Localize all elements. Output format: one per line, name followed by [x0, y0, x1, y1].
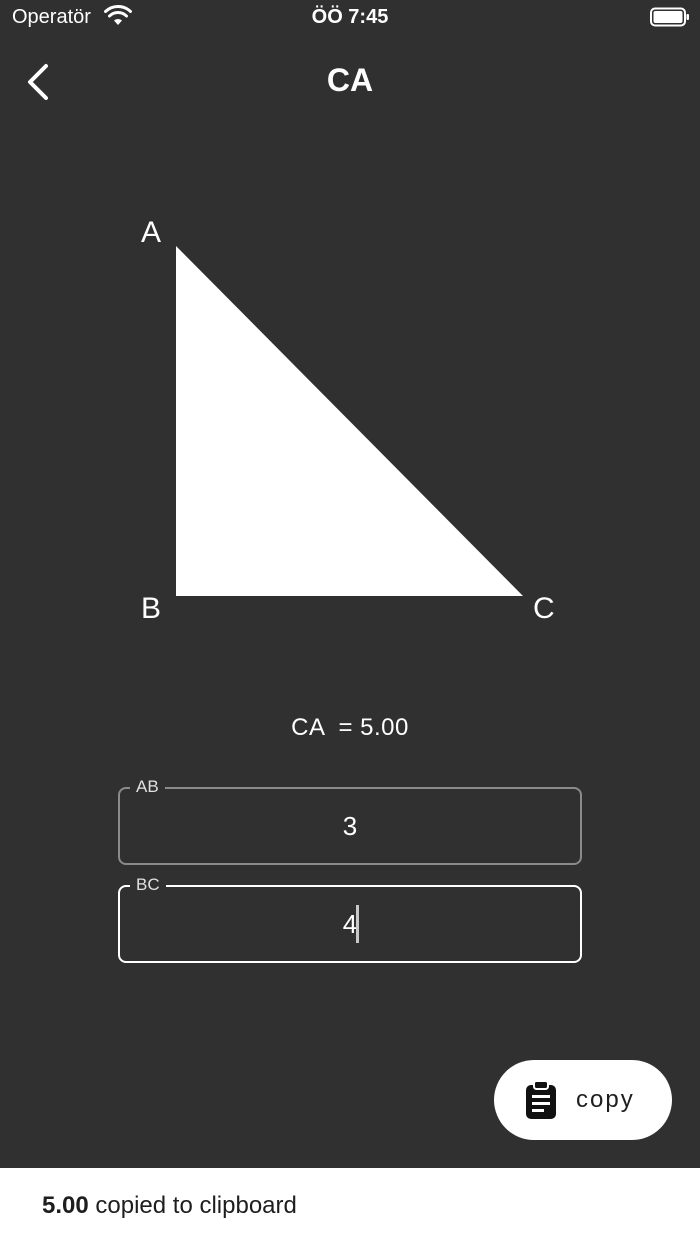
status-time: ÖÖ 7:45 [311, 6, 389, 28]
clipboard-icon [526, 1080, 556, 1119]
copy-label: copy [576, 1086, 635, 1113]
triangle-diagram [176, 246, 523, 596]
copy-button[interactable]: copy [494, 1060, 672, 1140]
vertex-label-b: B [141, 592, 162, 625]
snackbar-message: 5.00 copied to clipboard [42, 1192, 297, 1220]
page-title: CA [326, 62, 374, 98]
bc-input[interactable] [120, 887, 580, 961]
vertex-label-c: C [533, 592, 555, 625]
battery-icon [650, 7, 689, 27]
text-caret [356, 905, 359, 943]
status-bar: Operatör ÖÖ 7:45 [0, 0, 700, 36]
snackbar-text: copied to clipboard [88, 1192, 297, 1219]
snackbar: 5.00 copied to clipboard [0, 1168, 700, 1244]
vertex-label-a: A [141, 216, 162, 249]
right-triangle-shape [176, 246, 523, 596]
snackbar-value: 5.00 [42, 1192, 89, 1219]
field-ab[interactable]: AB [118, 776, 582, 865]
result-text: CA = 5.00 [291, 714, 409, 741]
ab-input[interactable] [120, 789, 580, 863]
field-bc[interactable]: BC [118, 874, 582, 963]
